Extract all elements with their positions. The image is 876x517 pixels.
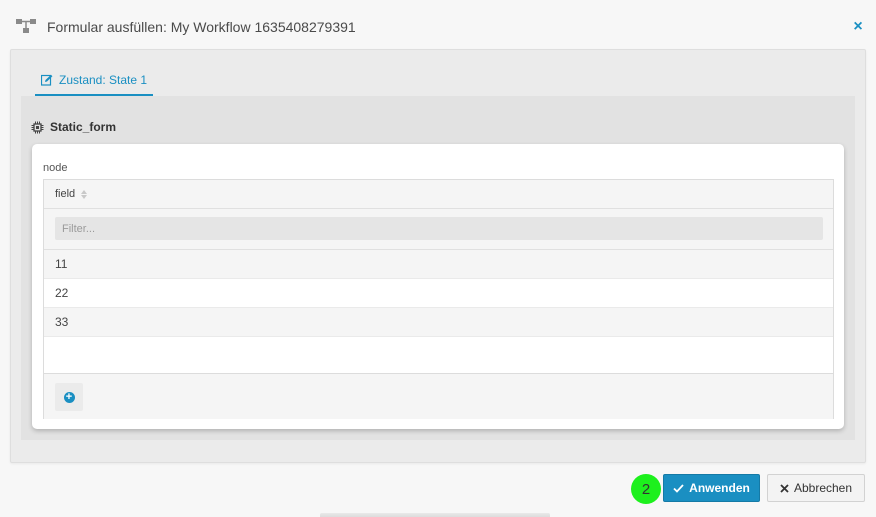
table-row[interactable]: 33 [44, 308, 833, 337]
plus-circle-icon: + [63, 391, 75, 403]
cancel-label: Abbrechen [793, 481, 853, 495]
apply-button[interactable]: Anwenden [663, 474, 760, 502]
grid-rows: 11 22 33 [44, 250, 833, 337]
node-label: node [43, 162, 68, 174]
sort-icon[interactable] [81, 189, 88, 199]
add-row-button[interactable]: + [55, 383, 83, 411]
cancel-button[interactable]: Abbrechen [767, 474, 865, 502]
scroll-edge [320, 513, 550, 517]
apply-label: Anwenden [689, 481, 750, 495]
step-badge: 2 [631, 474, 661, 504]
table-row[interactable]: 11 [44, 250, 833, 279]
filter-row [44, 209, 833, 250]
data-grid: field 11 22 33 + [43, 179, 834, 419]
dialog-header: Formular ausfüllen: My Workflow 16354082… [0, 0, 876, 56]
tab-content: Static_form node field 11 22 33 [21, 96, 855, 440]
workflow-icon [16, 19, 36, 33]
edit-icon [41, 74, 53, 86]
dialog-title: Formular ausfüllen: My Workflow 16354082… [47, 19, 356, 35]
form-card: node field 11 22 33 + [32, 144, 844, 429]
x-icon [780, 483, 789, 493]
column-header-label: field [55, 188, 76, 200]
form-title: Static_form [50, 120, 117, 134]
filter-input[interactable] [55, 217, 823, 240]
check-icon [673, 483, 684, 493]
tab-state-1[interactable]: Zustand: State 1 [35, 68, 154, 96]
form-heading: Static_form [31, 120, 116, 134]
tab-label: Zustand: State 1 [59, 72, 148, 87]
table-row[interactable]: 22 [44, 279, 833, 308]
chip-icon [31, 121, 44, 133]
form-panel: Zustand: State 1 Static_form node field [10, 49, 866, 463]
close-icon[interactable]: × [850, 18, 866, 36]
grid-footer: + [44, 373, 833, 419]
column-header-field[interactable]: field [44, 180, 833, 209]
